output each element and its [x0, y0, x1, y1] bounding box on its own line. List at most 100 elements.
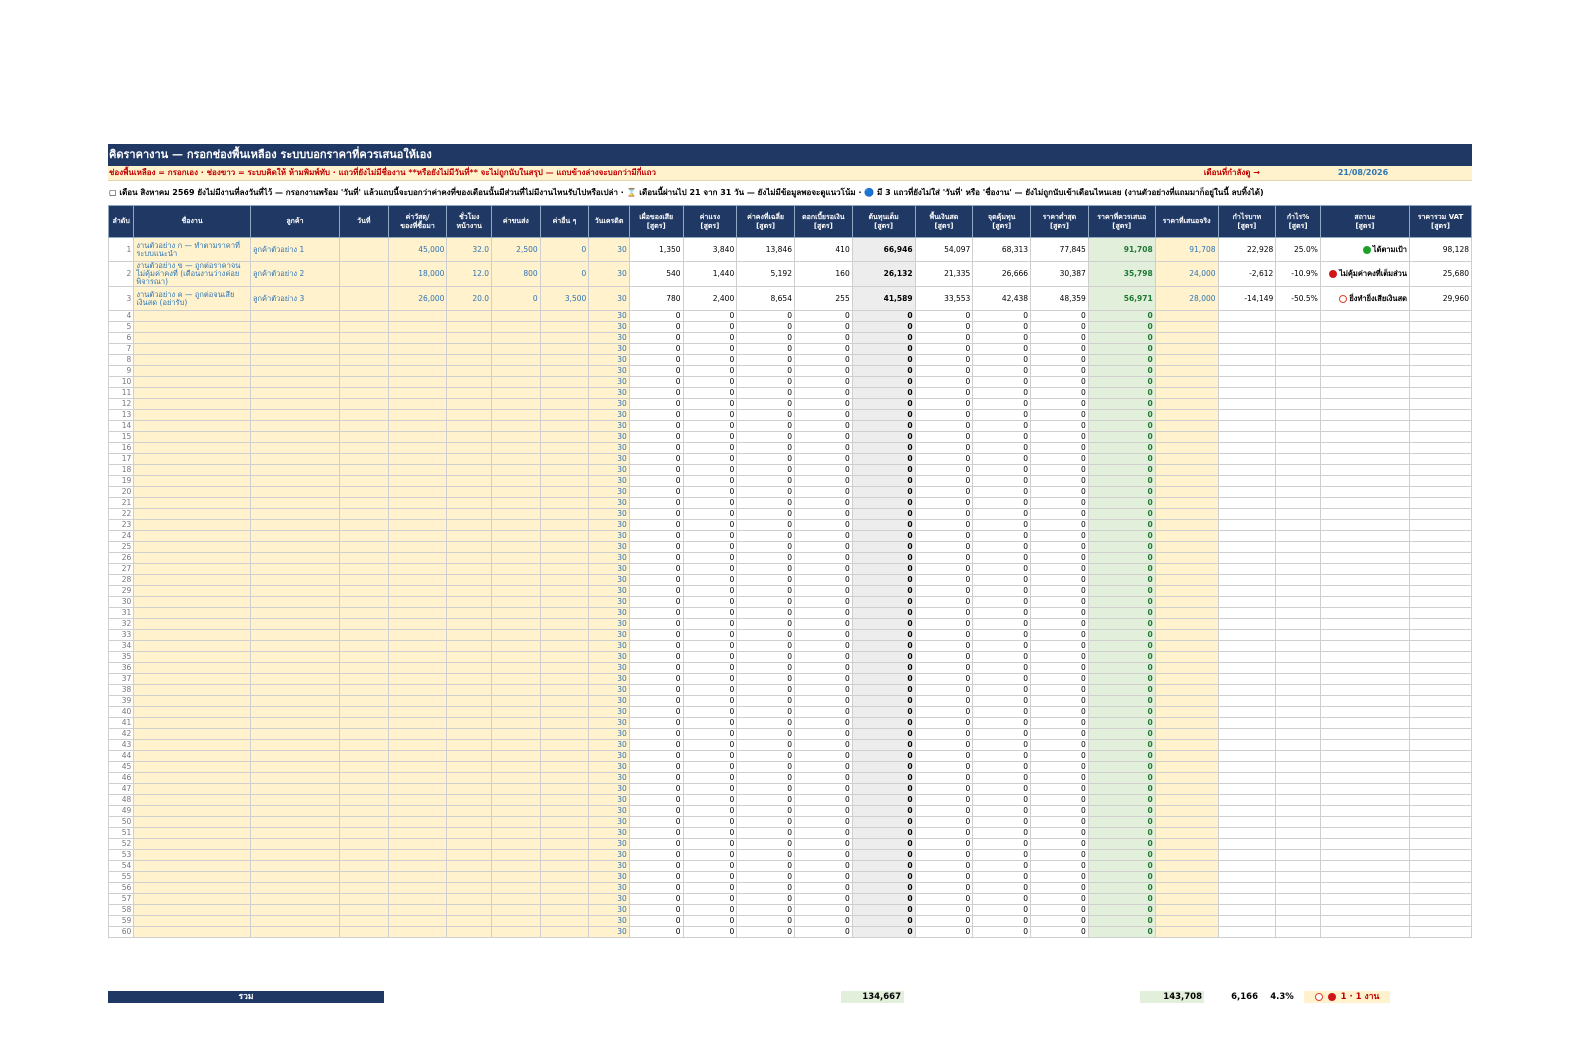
cell-job[interactable] [133, 387, 251, 399]
cell-shipping[interactable] [491, 684, 541, 696]
cell-material[interactable] [387, 794, 448, 806]
cell-material[interactable] [387, 453, 448, 465]
cell-credit[interactable]: 30 [588, 387, 630, 399]
cell-shipping[interactable] [491, 574, 541, 586]
cell-job[interactable] [133, 585, 251, 597]
cell-other[interactable] [539, 354, 590, 366]
cell-shipping[interactable]: 800 [491, 261, 541, 287]
cell-other[interactable] [539, 420, 590, 432]
cell-job[interactable] [133, 530, 251, 542]
cell-date[interactable] [339, 794, 389, 806]
cell-material[interactable] [387, 706, 448, 718]
cell-shipping[interactable] [491, 464, 541, 476]
cell-date[interactable] [339, 805, 389, 817]
cell-hours[interactable]: 20.0 [446, 286, 493, 311]
cell-customer[interactable] [249, 541, 341, 553]
cell-job[interactable] [133, 508, 251, 520]
cell-other[interactable] [539, 409, 590, 421]
cell-actual[interactable] [1154, 431, 1219, 443]
cell-job[interactable] [133, 574, 251, 586]
cell-material[interactable] [387, 871, 448, 883]
cell-shipping[interactable] [491, 860, 541, 872]
cell-hours[interactable] [446, 332, 493, 344]
cell-job[interactable] [133, 816, 251, 828]
cell-date[interactable] [339, 761, 389, 773]
cell-date[interactable] [339, 673, 389, 685]
cell-material[interactable] [387, 596, 448, 608]
cell-shipping[interactable] [491, 783, 541, 795]
cell-credit[interactable]: 30 [588, 286, 630, 311]
cell-actual[interactable] [1154, 816, 1219, 828]
cell-customer[interactable] [249, 618, 341, 630]
cell-date[interactable] [339, 508, 389, 520]
cell-hours[interactable] [446, 926, 493, 938]
cell-hours[interactable] [446, 860, 493, 872]
cell-job[interactable] [133, 662, 251, 674]
cell-material[interactable] [387, 563, 448, 575]
cell-customer[interactable] [249, 398, 341, 410]
cell-hours[interactable] [446, 695, 493, 707]
cell-credit[interactable]: 30 [588, 805, 630, 817]
cell-customer[interactable] [249, 420, 341, 432]
cell-credit[interactable]: 30 [588, 431, 630, 443]
cell-shipping[interactable]: 2,500 [491, 237, 541, 262]
cell-actual[interactable] [1154, 640, 1219, 652]
cell-credit[interactable]: 30 [588, 871, 630, 883]
cell-job[interactable] [133, 904, 251, 916]
cell-date[interactable] [339, 882, 389, 894]
cell-shipping[interactable] [491, 398, 541, 410]
cell-customer[interactable] [249, 915, 341, 927]
cell-job[interactable] [133, 640, 251, 652]
cell-material[interactable]: 45,000 [387, 237, 448, 262]
cell-credit[interactable]: 30 [588, 838, 630, 850]
cell-material[interactable] [387, 772, 448, 784]
cell-credit[interactable]: 30 [588, 640, 630, 652]
cell-customer[interactable] [249, 629, 341, 641]
cell-credit[interactable]: 30 [588, 695, 630, 707]
cell-material[interactable] [387, 882, 448, 894]
cell-credit[interactable]: 30 [588, 574, 630, 586]
cell-job[interactable] [133, 761, 251, 773]
cell-job[interactable] [133, 838, 251, 850]
cell-other[interactable] [539, 464, 590, 476]
cell-credit[interactable]: 30 [588, 827, 630, 839]
cell-material[interactable] [387, 695, 448, 707]
cell-actual[interactable] [1154, 607, 1219, 619]
cell-other[interactable] [539, 453, 590, 465]
cell-shipping[interactable] [491, 475, 541, 487]
cell-customer[interactable] [249, 717, 341, 729]
cell-customer[interactable] [249, 585, 341, 597]
cell-actual[interactable] [1154, 629, 1219, 641]
cell-credit[interactable]: 30 [588, 750, 630, 762]
cell-shipping[interactable] [491, 816, 541, 828]
cell-material[interactable] [387, 376, 448, 388]
cell-customer[interactable] [249, 596, 341, 608]
cell-other[interactable] [539, 376, 590, 388]
cell-job[interactable] [133, 563, 251, 575]
cell-shipping[interactable] [491, 893, 541, 905]
cell-actual[interactable] [1154, 332, 1219, 344]
cell-date[interactable] [339, 706, 389, 718]
cell-other[interactable] [539, 332, 590, 344]
cell-actual[interactable] [1154, 706, 1219, 718]
cell-job[interactable] [133, 497, 251, 509]
cell-job[interactable] [133, 794, 251, 806]
cell-other[interactable] [539, 365, 590, 377]
cell-date[interactable] [339, 860, 389, 872]
cell-hours[interactable] [446, 519, 493, 531]
cell-material[interactable] [387, 640, 448, 652]
cell-other[interactable] [539, 596, 590, 608]
cell-material[interactable] [387, 321, 448, 333]
cell-actual[interactable] [1154, 464, 1219, 476]
cell-shipping[interactable] [491, 871, 541, 883]
cell-credit[interactable]: 30 [588, 453, 630, 465]
cell-customer[interactable] [249, 805, 341, 817]
cell-shipping[interactable] [491, 717, 541, 729]
cell-credit[interactable]: 30 [588, 926, 630, 938]
cell-hours[interactable] [446, 497, 493, 509]
cell-material[interactable] [387, 651, 448, 663]
cell-other[interactable] [539, 508, 590, 520]
cell-shipping[interactable] [491, 541, 541, 553]
cell-credit[interactable]: 30 [588, 420, 630, 432]
cell-date[interactable] [339, 750, 389, 762]
